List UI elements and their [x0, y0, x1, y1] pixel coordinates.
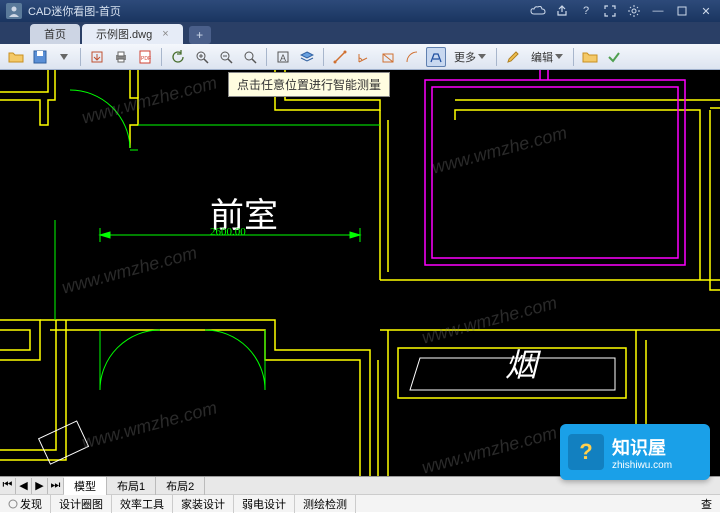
- measure-arc-button[interactable]: [402, 47, 422, 67]
- status-tab-electrical[interactable]: 弱电设计: [234, 495, 295, 513]
- dimension-text: 2600.00: [210, 226, 246, 238]
- minimize-icon[interactable]: —: [650, 3, 666, 19]
- close-icon[interactable]: ✕: [698, 3, 714, 19]
- zoom-in-button[interactable]: [192, 47, 212, 67]
- add-tab-button[interactable]: +: [189, 26, 211, 44]
- brand-question-icon: ?: [568, 434, 604, 470]
- layout-nav-prev[interactable]: ◀: [16, 478, 32, 494]
- status-tab-efficiency[interactable]: 效率工具: [112, 495, 173, 513]
- svg-text:PDF: PDF: [141, 56, 151, 62]
- fullscreen-icon[interactable]: [602, 3, 618, 19]
- measure-line-button[interactable]: [330, 47, 350, 67]
- save-button[interactable]: [30, 47, 50, 67]
- toolbar-separator: [496, 48, 497, 66]
- zoom-out-button[interactable]: [216, 47, 236, 67]
- edit-dropdown[interactable]: 编辑: [527, 49, 567, 65]
- settings-icon[interactable]: [626, 3, 642, 19]
- maximize-icon[interactable]: [674, 3, 690, 19]
- brand-url: zhishiwu.com: [612, 460, 672, 471]
- dropdown-arrow-icon[interactable]: [54, 47, 74, 67]
- layout-nav-last[interactable]: ⏭: [48, 478, 64, 494]
- tab-home[interactable]: 首页: [30, 24, 80, 44]
- svg-text:A: A: [280, 53, 286, 63]
- open-folder-button[interactable]: [6, 47, 26, 67]
- cloud-icon[interactable]: [530, 3, 546, 19]
- pdf-button[interactable]: PDF: [135, 47, 155, 67]
- print-button[interactable]: [111, 47, 131, 67]
- browse-button[interactable]: [580, 47, 600, 67]
- toolbar-separator: [323, 48, 324, 66]
- toolbar-separator: [161, 48, 162, 66]
- toolbar-separator: [80, 48, 81, 66]
- measure-angle-button[interactable]: [354, 47, 374, 67]
- layout-nav-first[interactable]: ⏮: [0, 478, 16, 494]
- tab-close-icon[interactable]: ×: [162, 28, 168, 40]
- refresh-button[interactable]: [168, 47, 188, 67]
- measure-highlight-button[interactable]: [426, 47, 446, 67]
- measure-tooltip: 点击任意位置进行智能测量: [228, 72, 390, 97]
- window-controls: ? — ✕: [530, 3, 714, 19]
- layout-tab-layout1[interactable]: 布局1: [107, 477, 156, 495]
- status-tab-home-design[interactable]: 家装设计: [173, 495, 234, 513]
- tab-example-dwg[interactable]: 示例图.dwg×: [82, 24, 183, 44]
- smoke-label-text: 烟: [505, 340, 537, 386]
- toolbar-separator: [573, 48, 574, 66]
- drawing-canvas[interactable]: 点击任意位置进行智能测量 前室 2600.00 烟 www.wmzhe.com …: [0, 70, 720, 476]
- layout-nav-next[interactable]: ▶: [32, 478, 48, 494]
- zoom-fit-button[interactable]: [240, 47, 260, 67]
- app-title: CAD迷你看图-首页: [28, 3, 121, 19]
- cad-drawing: [0, 70, 720, 476]
- layer-button[interactable]: [297, 47, 317, 67]
- user-avatar-icon[interactable]: [6, 3, 22, 19]
- layout-tab-layout2[interactable]: 布局2: [156, 477, 205, 495]
- text-button[interactable]: A: [273, 47, 293, 67]
- brand-title: 知识屋: [612, 434, 672, 460]
- status-bar: 发现 设计圈图 效率工具 家装设计 弱电设计 测绘检测 查: [0, 494, 720, 512]
- status-right-text: 查: [701, 496, 720, 512]
- more-dropdown[interactable]: 更多: [450, 49, 490, 65]
- status-tab-survey[interactable]: 测绘检测: [295, 495, 356, 513]
- document-tab-strip: 首页 示例图.dwg× +: [0, 22, 720, 44]
- brand-badge: ? 知识屋 zhishiwu.com: [560, 424, 710, 480]
- export-button[interactable]: [87, 47, 107, 67]
- title-bar: CAD迷你看图-首页 ? — ✕: [0, 0, 720, 22]
- main-toolbar: PDF A 更多 编辑: [0, 44, 720, 70]
- share-icon[interactable]: [554, 3, 570, 19]
- measure-area-button[interactable]: [378, 47, 398, 67]
- status-tab-discover[interactable]: 发现: [0, 495, 51, 513]
- layout-tab-model[interactable]: 模型: [64, 477, 107, 495]
- status-tab-design[interactable]: 设计圈图: [51, 495, 112, 513]
- edit-pencil-button[interactable]: [503, 47, 523, 67]
- check-button[interactable]: [604, 47, 624, 67]
- help-icon[interactable]: ?: [578, 3, 594, 19]
- toolbar-separator: [266, 48, 267, 66]
